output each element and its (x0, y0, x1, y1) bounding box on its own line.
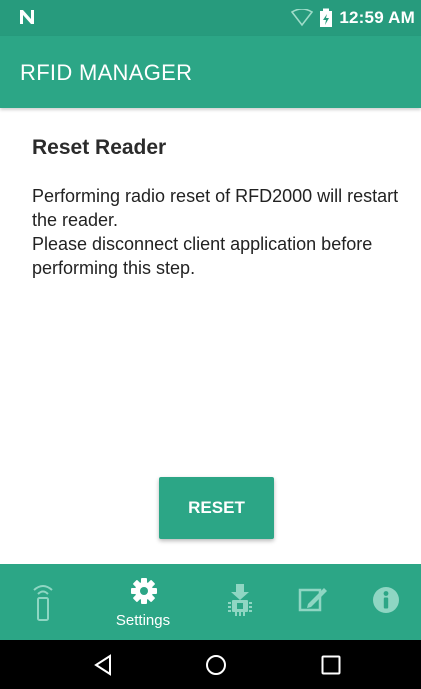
recents-icon[interactable] (321, 655, 341, 675)
wifi-icon (291, 9, 314, 27)
reset-description-line-2: Please disconnect client application bef… (32, 234, 373, 278)
android-n-icon (20, 10, 34, 24)
back-icon[interactable] (93, 654, 113, 676)
nav-item-firmware[interactable] (220, 564, 260, 640)
status-bar: 12:59 AM (0, 0, 421, 36)
reset-button[interactable]: RESET (159, 477, 274, 539)
nav-item-reader[interactable] (18, 564, 68, 640)
edit-note-icon (298, 588, 327, 612)
battery-icon (320, 8, 333, 27)
home-icon[interactable] (205, 654, 227, 676)
info-icon (373, 587, 399, 613)
status-indicators: 12:59 AM (291, 8, 415, 28)
page-title: Reset Reader (32, 136, 167, 159)
status-time: 12:59 AM (339, 8, 415, 27)
reset-description: Performing radio reset of RFD2000 will r… (32, 184, 402, 280)
system-nav-bar (0, 640, 421, 689)
gear-icon (131, 578, 157, 604)
app-bar: RFID MANAGER (0, 36, 421, 108)
rfid-reader-icon (33, 585, 53, 621)
nav-item-notes[interactable] (290, 564, 334, 640)
nav-label-settings: Settings (115, 612, 171, 629)
reset-description-line-1: Performing radio reset of RFD2000 will r… (32, 186, 399, 230)
firmware-update-icon (228, 584, 252, 616)
nav-item-settings[interactable]: Settings (100, 564, 186, 640)
app-title: RFID MANAGER (20, 60, 193, 85)
bottom-nav: Settings (0, 564, 421, 640)
nav-item-info[interactable] (366, 564, 406, 640)
